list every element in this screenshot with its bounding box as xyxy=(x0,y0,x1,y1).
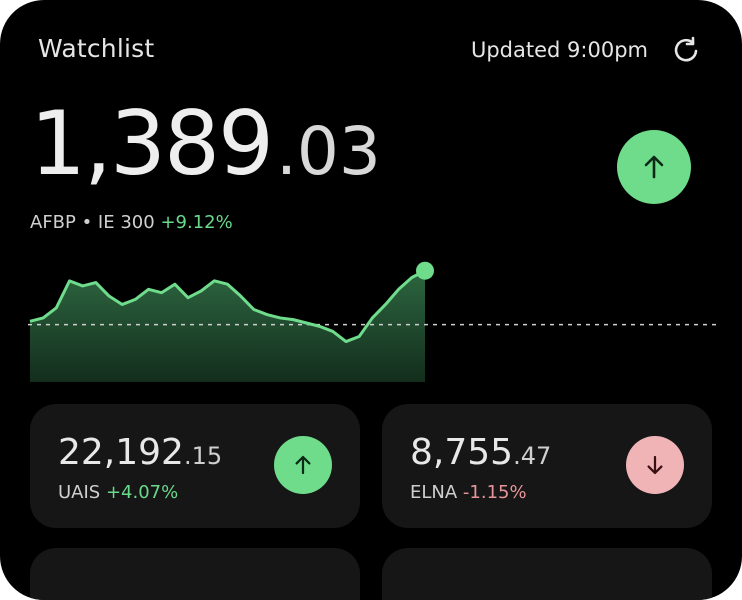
refresh-icon xyxy=(674,36,698,62)
watchlist-card: Watchlist Updated 9:00pm 1,389.03 AFBP •… xyxy=(0,0,742,600)
tile-up-button[interactable] xyxy=(274,436,332,494)
tile-change: -1.15% xyxy=(462,482,527,503)
tile-price: 8,755.47 xyxy=(410,432,551,473)
quote-tile-elna[interactable]: 8,755.47 ELNA -1.15% xyxy=(382,404,712,528)
price-chart xyxy=(28,261,718,382)
tile-label: UAIS +4.07% xyxy=(58,482,178,503)
quote-tile-partial-left[interactable] xyxy=(30,548,360,600)
arrow-down-icon xyxy=(647,455,663,475)
updated-time: Updated 9:00pm xyxy=(470,38,648,62)
tile-down-button[interactable] xyxy=(626,436,684,494)
arrow-up-icon xyxy=(644,155,664,179)
arrow-up-icon xyxy=(295,455,311,475)
tile-symbol: ELNA xyxy=(410,482,458,503)
main-price: 1,389.03 xyxy=(30,100,381,188)
main-up-button[interactable] xyxy=(617,130,691,204)
tile-price-dec: .15 xyxy=(183,442,223,470)
tile-label: ELNA -1.15% xyxy=(410,482,527,503)
main-price-int: 1,389 xyxy=(30,92,274,195)
main-symbol: AFBP • IE 300 xyxy=(30,212,155,233)
refresh-button[interactable] xyxy=(670,34,702,66)
main-symbol-line: AFBP • IE 300 +9.12% xyxy=(30,212,233,233)
tile-price-int: 22,192 xyxy=(58,432,184,473)
tile-price: 22,192.15 xyxy=(58,432,222,473)
chart-last-point xyxy=(416,261,434,280)
tile-change: +4.07% xyxy=(105,482,179,503)
main-change: +9.12% xyxy=(160,212,233,233)
quote-tile-partial-right[interactable] xyxy=(382,548,712,600)
tile-price-int: 8,755 xyxy=(410,432,514,473)
tile-price-dec: .47 xyxy=(513,442,552,470)
quote-tile-uais[interactable]: 22,192.15 UAIS +4.07% xyxy=(30,404,360,528)
watchlist-title: Watchlist xyxy=(38,34,155,63)
main-price-dec: .03 xyxy=(275,113,381,190)
tile-symbol: UAIS xyxy=(58,482,101,503)
